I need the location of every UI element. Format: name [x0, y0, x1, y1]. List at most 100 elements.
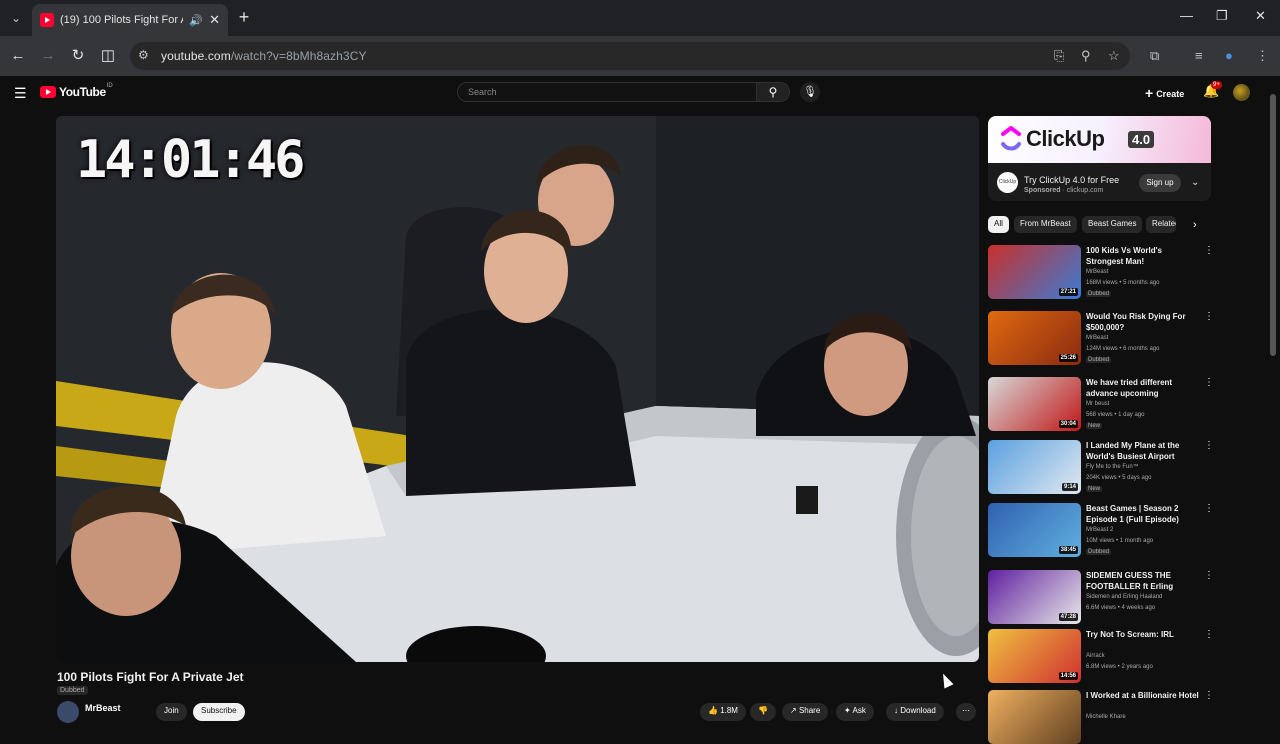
video-thumbnail[interactable]: 47:28 — [988, 570, 1081, 624]
scrollbar-thumb[interactable] — [1270, 94, 1276, 356]
speaker-icon[interactable]: 🔊 — [189, 14, 203, 27]
youtube-play-icon — [40, 86, 56, 98]
video-player[interactable] — [56, 116, 979, 662]
more-vert-icon[interactable]: ⋮ — [1204, 311, 1214, 322]
recommendation-channel[interactable]: MrBeast 2 — [1086, 527, 1113, 533]
zoom-icon[interactable]: ⚲ — [1081, 48, 1091, 64]
video-thumbnail[interactable]: 30:04 — [988, 377, 1081, 431]
address-bar[interactable]: ⚙ youtube.com/watch?v=8bMh8azh3CY — [130, 42, 1130, 70]
recommendation-channel[interactable]: Mr beust — [1086, 401, 1109, 407]
recommendation-channel[interactable]: Sidemen and Erling Haaland — [1086, 594, 1162, 600]
subscribe-button[interactable]: Subscribe — [193, 703, 245, 721]
video-thumbnail[interactable]: 27:21 — [988, 245, 1081, 299]
recommendation-channel[interactable]: MrBeast — [1086, 269, 1108, 275]
duration-badge: 25:26 — [1058, 354, 1078, 362]
youtube-logo[interactable]: YouTube ID — [40, 83, 113, 99]
url-host: youtube.com — [161, 49, 231, 63]
duration-badge: 38:45 — [1058, 546, 1078, 554]
chip-beast-games[interactable]: Beast Games — [1082, 216, 1143, 233]
voice-search-button[interactable]: 🎙 — [800, 82, 820, 102]
recommendation-item[interactable]: 14:56 Try Not To Scream: IRL Airrack 6.8M v… — [988, 629, 1214, 683]
maximize-button[interactable]: ❐ — [1216, 8, 1228, 24]
back-icon[interactable]: ← — [8, 46, 28, 66]
recommendation-item[interactable]: 47:28 SIDEMEN GUESS THE FOOTBALLER ft Erl… — [988, 570, 1214, 624]
share-button[interactable]: ↗ Share — [782, 703, 829, 721]
recommendation-title[interactable]: I Landed My Plane at the World's Busiest… — [1086, 440, 1200, 462]
profile-icon[interactable]: ● — [1225, 48, 1233, 63]
ask-button[interactable]: ✦ Ask — [836, 703, 874, 721]
download-button[interactable]: ↓ Download — [886, 703, 944, 721]
chevron-right-icon[interactable]: › — [1193, 219, 1197, 231]
chip-from-mrbeast[interactable]: From MrBeast — [1014, 216, 1077, 233]
bookmark-star-icon[interactable]: ☆ — [1108, 48, 1120, 64]
dislike-button[interactable]: 👎 — [750, 703, 776, 721]
forward-icon[interactable]: → — [38, 46, 58, 66]
more-vert-icon[interactable]: ⋮ — [1204, 377, 1214, 388]
more-vert-icon[interactable]: ⋮ — [1204, 503, 1214, 514]
recommendation-item[interactable]: I Worked at a Billionaire Hotel Michelle … — [988, 690, 1214, 744]
tab-close-icon[interactable]: ✕ — [209, 12, 220, 28]
duration-badge: 14:56 — [1058, 672, 1078, 680]
chip-related[interactable]: Related — [1146, 216, 1176, 233]
reload-icon[interactable]: ↻ — [68, 46, 88, 66]
ad-title[interactable]: Try ClickUp 4.0 for Free — [1024, 175, 1119, 185]
close-window-button[interactable]: ✕ — [1255, 8, 1266, 24]
search-input[interactable]: Search — [457, 82, 757, 102]
recommendation-title[interactable]: We have tried different advance upcoming… — [1086, 377, 1200, 399]
video-thumbnail[interactable]: 25:26 — [988, 311, 1081, 365]
video-thumbnail[interactable]: 9:14 — [988, 440, 1081, 494]
extensions-icon[interactable]: ⧉ — [1150, 48, 1159, 64]
recommendation-title[interactable]: Would You Risk Dying For $500,000? — [1086, 311, 1200, 333]
duration-badge: 30:04 — [1058, 420, 1078, 428]
recommendation-channel[interactable]: Fly Me to the Fun™ — [1086, 464, 1139, 470]
recommendation-badge: New — [1086, 423, 1103, 429]
recommendation-title[interactable]: 100 Kids Vs World's Strongest Man! — [1086, 245, 1200, 267]
video-thumbnail[interactable]: 14:56 — [988, 629, 1081, 683]
recommendation-title[interactable]: I Worked at a Billionaire Hotel — [1086, 690, 1200, 701]
hamburger-menu-icon[interactable]: ☰ — [14, 85, 27, 102]
recommendation-title[interactable]: Try Not To Scream: IRL — [1086, 629, 1200, 640]
account-avatar[interactable] — [1233, 84, 1250, 101]
more-vert-icon[interactable]: ⋮ — [1204, 690, 1214, 701]
recommendation-channel[interactable]: Michelle Khare — [1086, 714, 1126, 720]
video-thumbnail[interactable]: 38:45 — [988, 503, 1081, 557]
more-vert-icon[interactable]: ⋮ — [1204, 245, 1214, 256]
site-info-icon[interactable]: ⚙ — [138, 48, 149, 62]
video-thumbnail[interactable] — [988, 690, 1081, 744]
search-button[interactable]: ⚲ — [756, 82, 790, 102]
like-count: 1.8M — [720, 706, 738, 715]
create-button[interactable]: + Create — [1145, 84, 1184, 101]
browser-tab-youtube[interactable]: (19) 100 Pilots Fight For A Private Jet … — [32, 4, 228, 36]
recommendation-meta: 168M views • 5 months ago — [1086, 280, 1160, 286]
recommendation-title[interactable]: SIDEMEN GUESS THE FOOTBALLER ft Erling H… — [1086, 570, 1200, 592]
channel-name[interactable]: MrBeast — [85, 703, 121, 713]
more-vert-icon[interactable]: ⋮ — [1204, 570, 1214, 581]
join-button[interactable]: Join — [156, 703, 187, 721]
install-app-icon[interactable]: ⎘ — [1054, 48, 1064, 64]
like-button[interactable]: 👍 1.8M — [700, 703, 746, 721]
recommendation-title[interactable]: Beast Games | Season 2 Episode 1 (Full E… — [1086, 503, 1200, 525]
minimize-button[interactable]: — — [1180, 8, 1193, 23]
recommendation-item[interactable]: 30:04 We have tried different advance upc… — [988, 377, 1214, 431]
media-control-icon[interactable]: ≡ — [1195, 48, 1203, 63]
recommendation-item[interactable]: 9:14 I Landed My Plane at the World's Bus… — [988, 440, 1214, 494]
more-vert-icon[interactable]: ⋮ — [1204, 629, 1214, 640]
split-view-icon[interactable]: ◫ — [98, 46, 118, 66]
chevron-down-icon[interactable]: ⌄ — [1191, 177, 1199, 188]
new-tab-button[interactable]: + — [234, 8, 254, 28]
tab-list-button[interactable]: ⌄ — [0, 0, 32, 36]
ad-banner[interactable]: ClickUp 4.0 — [988, 116, 1211, 163]
recommendation-channel[interactable]: Airrack — [1086, 653, 1105, 659]
more-actions-button[interactable]: ⋯ — [956, 703, 976, 721]
mic-icon: 🎙 — [803, 86, 817, 98]
browser-menu-icon[interactable]: ⋮ — [1256, 48, 1269, 64]
video-frame — [56, 116, 979, 662]
recommendation-item[interactable]: 25:26 Would You Risk Dying For $500,000? M… — [988, 311, 1214, 365]
ad-signup-button[interactable]: Sign up — [1139, 174, 1181, 192]
recommendation-item[interactable]: 27:21 100 Kids Vs World's Strongest Man! M… — [988, 245, 1214, 299]
recommendation-item[interactable]: 38:45 Beast Games | Season 2 Episode 1 (F… — [988, 503, 1214, 557]
more-vert-icon[interactable]: ⋮ — [1204, 440, 1214, 451]
chip-all[interactable]: All — [988, 216, 1009, 233]
recommendation-channel[interactable]: MrBeast — [1086, 335, 1108, 341]
ad-version: 4.0 — [1128, 131, 1155, 148]
